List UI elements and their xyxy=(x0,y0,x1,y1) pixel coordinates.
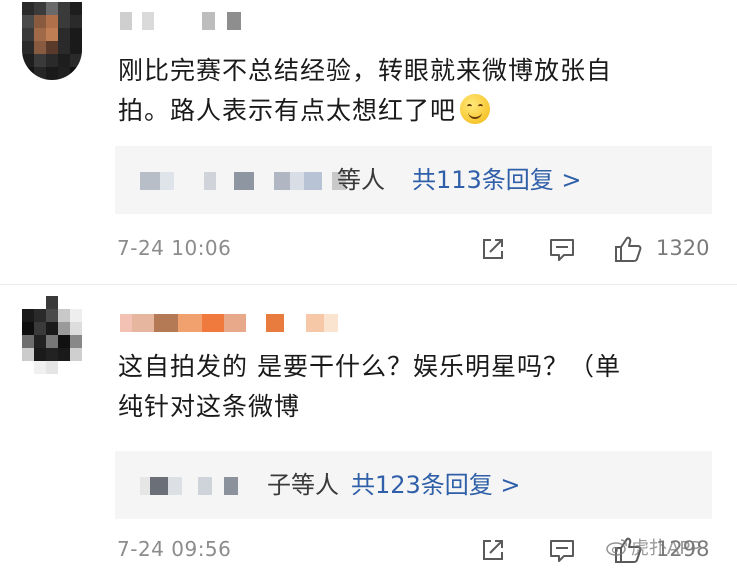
watermark-text: 虎扑APP xyxy=(631,538,702,559)
comment-line-2: 拍。路人表示有点太想红了吧 xyxy=(118,91,718,131)
share-icon[interactable] xyxy=(478,234,508,264)
timestamp: 7-24 09:56 xyxy=(117,537,232,561)
like-count: 1320 xyxy=(656,236,710,260)
grinning-sweat-emoji-icon xyxy=(460,94,491,124)
comment-line-1: 这自拍发的 是要干什么？娱乐明星吗？（单 xyxy=(118,352,621,381)
comment-icon[interactable] xyxy=(547,234,577,264)
hupu-watermark: 虎扑APP xyxy=(606,534,701,560)
reply-preview-box[interactable]: 子等人 共123条回复 > xyxy=(115,451,712,519)
reply-preview-box[interactable]: 等人 共113条回复 > xyxy=(115,146,712,214)
comment-item: 刚比完赛不总结经验，转眼就来微博放张自 拍。路人表示有点太想红了吧 等人 共11… xyxy=(0,0,737,285)
view-replies-link[interactable]: 共113条回复 > xyxy=(412,165,582,195)
comment-text: 刚比完赛不总结经验，转眼就来微博放张自 拍。路人表示有点太想红了吧 xyxy=(118,51,718,131)
weibo-logo-icon xyxy=(606,539,627,556)
view-replies-link[interactable]: 共123条回复 > xyxy=(351,470,521,500)
reply-users-redacted xyxy=(140,172,346,190)
reply-suffix-text: 等人 xyxy=(337,166,385,194)
comment-icon[interactable] xyxy=(547,535,577,565)
username-redacted[interactable] xyxy=(120,314,338,332)
comment-line-1: 刚比完赛不总结经验，转眼就来微博放张自 xyxy=(118,56,613,85)
comment-meta-bar: 7-24 10:06 1320 xyxy=(0,230,737,270)
comment-text: 这自拍发的 是要干什么？娱乐明星吗？（单 纯针对这条微博 xyxy=(118,347,718,427)
username-redacted[interactable] xyxy=(120,12,241,30)
share-icon[interactable] xyxy=(478,535,508,565)
timestamp: 7-24 10:06 xyxy=(117,236,232,260)
avatar[interactable] xyxy=(22,2,82,80)
avatar[interactable] xyxy=(22,296,82,374)
reply-users-redacted xyxy=(140,477,238,495)
comment-line-2: 纯针对这条微博 xyxy=(118,392,301,421)
comment-item: 这自拍发的 是要干什么？娱乐明星吗？（单 纯针对这条微博 子等人 共123条回复… xyxy=(0,285,737,570)
like-icon[interactable] xyxy=(613,234,643,264)
reply-suffix-text: 子等人 xyxy=(267,471,339,499)
